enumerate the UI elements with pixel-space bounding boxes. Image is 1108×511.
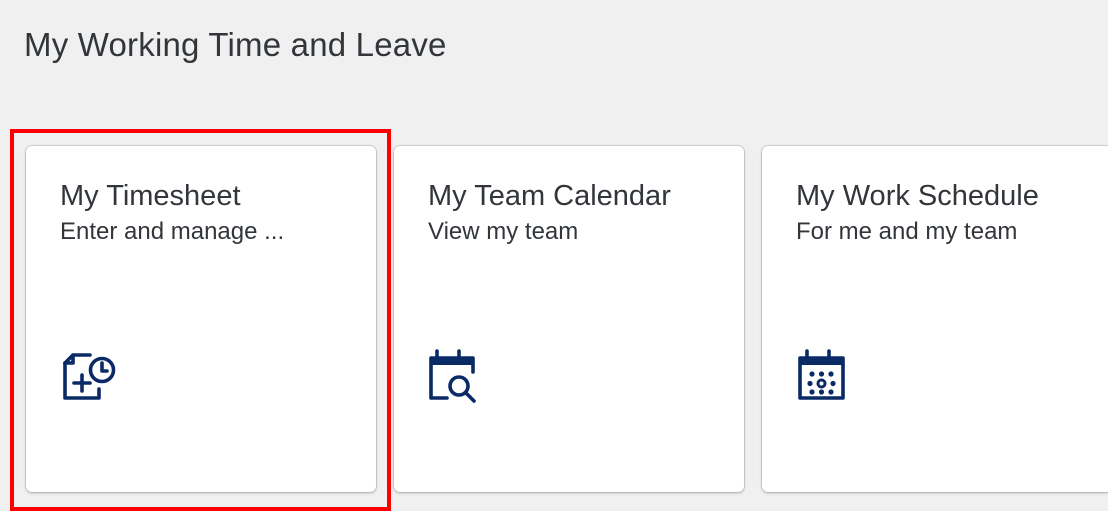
timesheet-add-clock-icon: [63, 353, 116, 400]
tile-subtitle: For me and my team: [796, 218, 1018, 245]
tile-subtitle: View my team: [428, 218, 579, 245]
calendar-search-icon: [429, 349, 476, 403]
section-title: My Working Time and Leave: [24, 26, 447, 63]
calendar-schedule-icon: [798, 349, 845, 400]
launchpad-page: My Working Time and Leave My Timesheet E…: [0, 0, 1108, 511]
tile-title: My Timesheet: [60, 180, 241, 212]
tile-my-timesheet[interactable]: My Timesheet Enter and manage ...: [26, 146, 376, 492]
tile-my-work-schedule[interactable]: My Work Schedule For me and my team: [762, 146, 1108, 492]
tile-my-team-calendar[interactable]: My Team Calendar View my team: [394, 146, 744, 492]
tile-subtitle: Enter and manage ...: [60, 218, 285, 245]
tile-title: My Work Schedule: [796, 180, 1039, 212]
tile-title: My Team Calendar: [428, 180, 671, 212]
